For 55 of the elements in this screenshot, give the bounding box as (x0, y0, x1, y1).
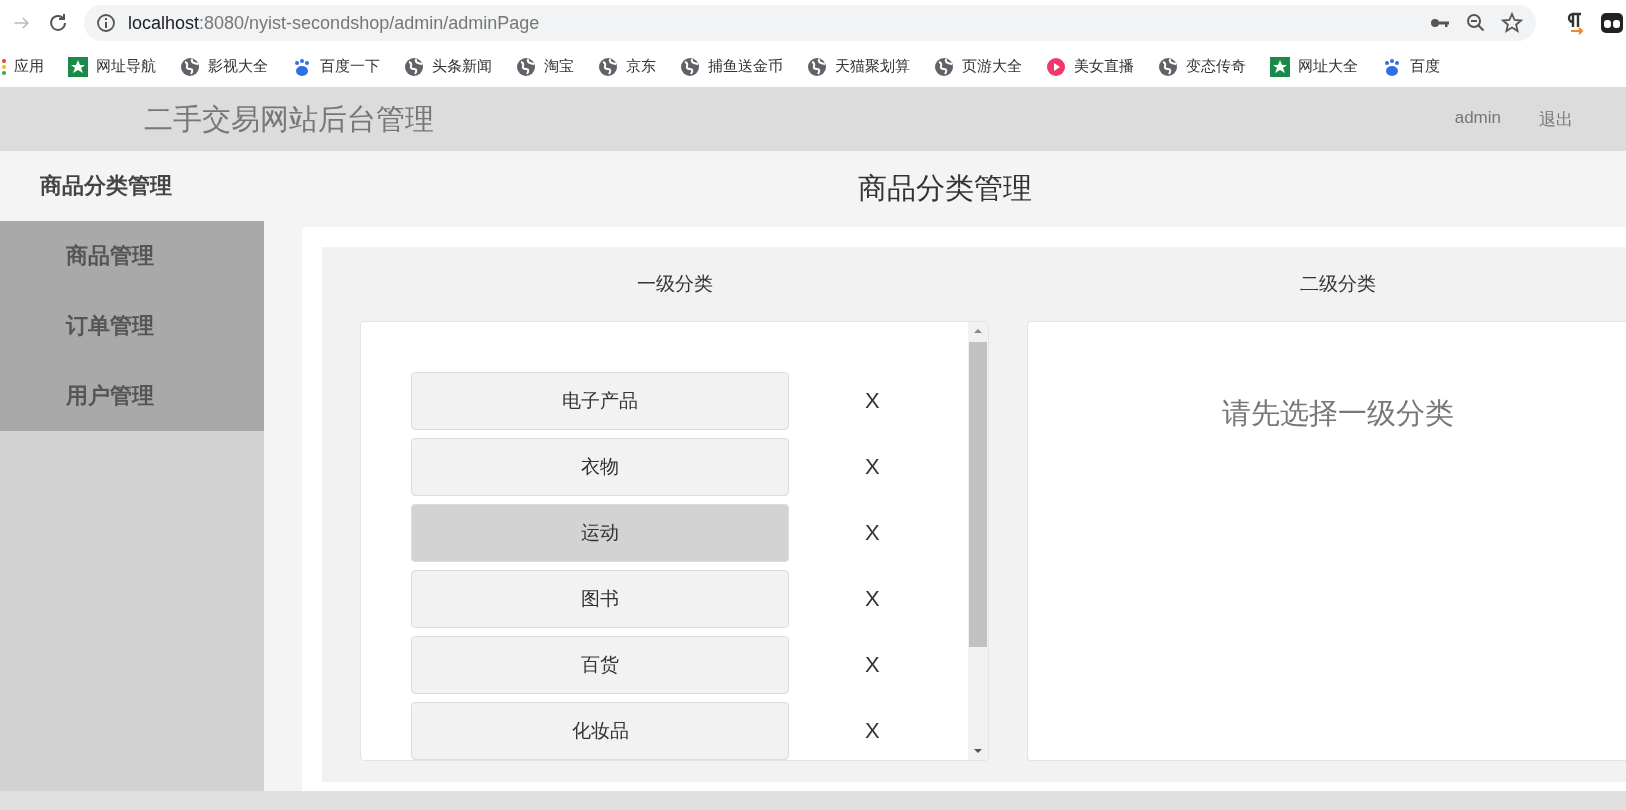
bookmark-item[interactable]: 网址大全 (1270, 56, 1358, 77)
info-icon (96, 13, 116, 33)
bookmark-item[interactable]: 影视大全 (180, 56, 268, 77)
extension-icon[interactable] (1600, 11, 1624, 35)
address-bar[interactable]: localhost:8080/nyist-secondshop/admin/adminPage (84, 5, 1536, 41)
apps-icon (2, 58, 6, 75)
category-item[interactable]: 衣物 (411, 438, 789, 496)
bookmark-item[interactable]: 变态传奇 (1158, 56, 1246, 77)
page-title: 商品分类管理 (858, 171, 1032, 206)
bookmark-item[interactable]: 头条新闻 (404, 56, 492, 77)
globe-icon (1158, 56, 1178, 77)
url-text: localhost:8080/nyist-secondshop/admin/adminPage (128, 12, 540, 34)
column-heading: 二级分类 (1299, 272, 1376, 296)
globe-icon (680, 56, 700, 77)
bookmark-item[interactable]: 京东 (598, 56, 656, 77)
scrollbar[interactable] (968, 322, 988, 760)
bookmark-item[interactable]: 百度 (1382, 56, 1440, 77)
bookmark-item[interactable]: 百度一下 (292, 56, 380, 77)
globe-icon (598, 56, 618, 77)
globe-icon (934, 56, 954, 77)
scroll-down-icon[interactable] (973, 746, 983, 756)
delete-button[interactable]: X (861, 450, 884, 484)
star-logo-icon (1270, 56, 1290, 77)
star-logo-icon (68, 56, 88, 77)
globe-icon (404, 56, 424, 77)
delete-button[interactable]: X (861, 582, 884, 616)
bookmark-item[interactable]: 淘宝 (516, 56, 574, 77)
bookmark-item[interactable]: 网址导航 (68, 56, 156, 77)
bookmark-item[interactable]: 页游大全 (934, 56, 1022, 77)
bookmark-item[interactable]: 捕鱼送金币 (680, 56, 783, 77)
bookmark-item[interactable]: 美女直播 (1046, 56, 1134, 77)
column-heading: 一级分类 (636, 272, 713, 296)
category-item[interactable]: 图书 (411, 570, 789, 628)
delete-button[interactable]: X (861, 714, 884, 748)
globe-icon (516, 56, 536, 77)
category-item[interactable]: 化妆品 (411, 702, 789, 760)
delete-button[interactable]: X (861, 384, 884, 418)
scroll-thumb[interactable] (969, 342, 987, 647)
paw-icon (1382, 56, 1402, 77)
globe-icon (807, 56, 827, 77)
delete-button[interactable]: X (861, 648, 884, 682)
delete-button[interactable]: X (861, 516, 884, 550)
scroll-up-icon[interactable] (973, 326, 983, 336)
globe-icon (180, 56, 200, 77)
bookmark-item[interactable]: 应用 (2, 57, 44, 76)
play-icon (1046, 56, 1066, 77)
category-item[interactable]: 电子产品 (411, 372, 789, 430)
category-item[interactable]: 运动 (411, 504, 789, 562)
sidebar-item[interactable]: 商品分类管理 (0, 151, 264, 221)
bookmark-item[interactable]: 天猫聚划算 (807, 56, 910, 77)
star-icon[interactable] (1500, 11, 1524, 35)
site-title: 二手交易网站后台管理 (144, 101, 434, 137)
empty-message: 请先选择一级分类 (1222, 396, 1454, 431)
category-item[interactable]: 百货 (411, 636, 789, 694)
paw-icon (292, 56, 312, 77)
